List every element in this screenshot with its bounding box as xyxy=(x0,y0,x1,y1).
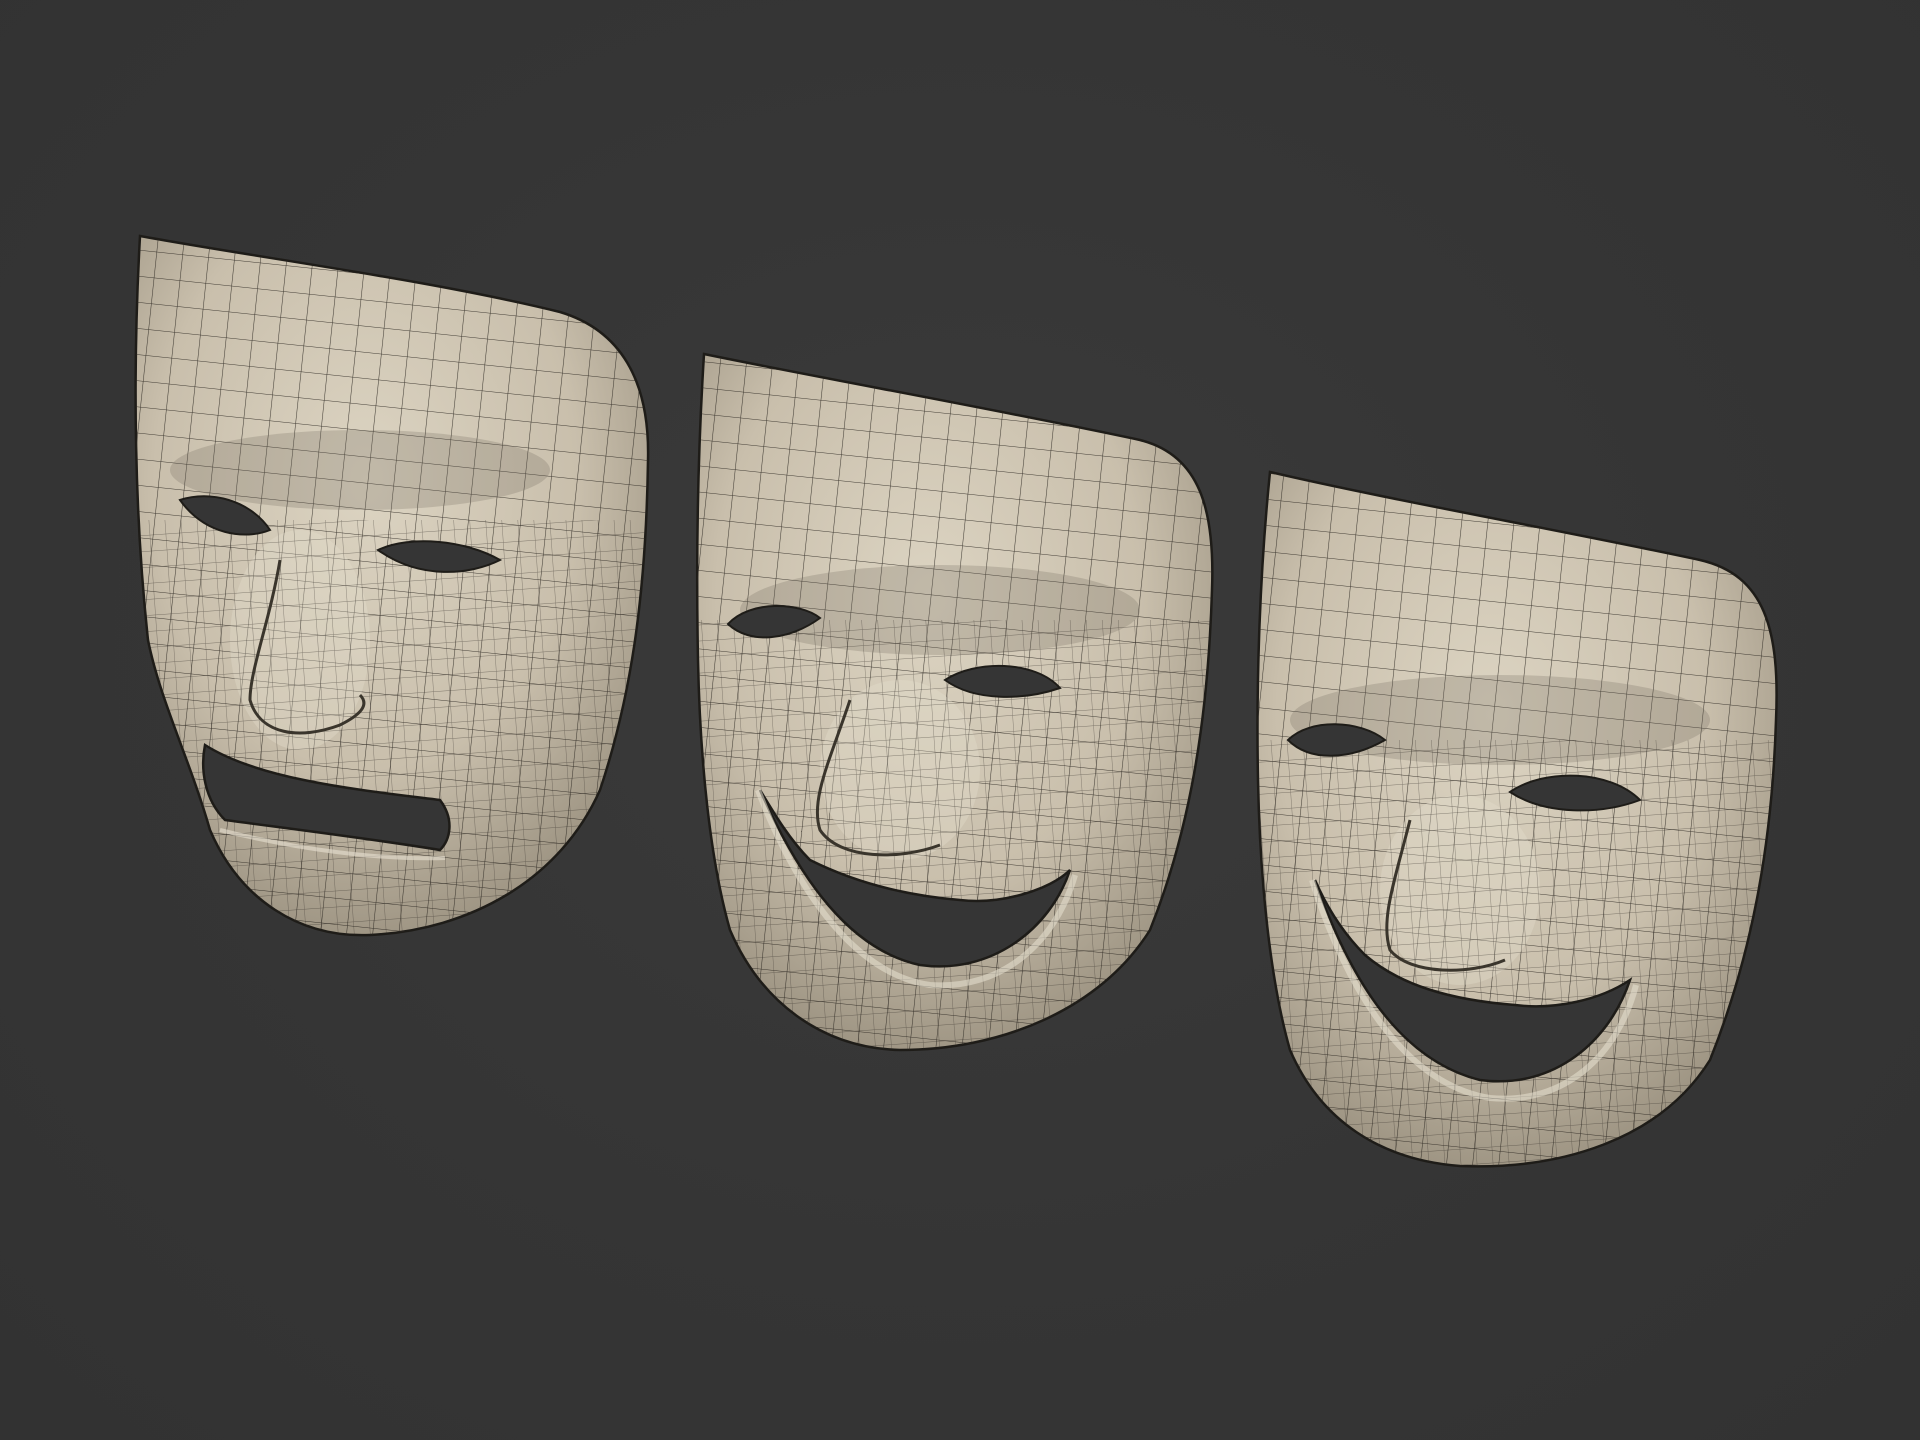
tragedy-mask[interactable] xyxy=(120,220,680,960)
3d-viewport[interactable] xyxy=(0,0,1920,1440)
comedy-mask[interactable] xyxy=(690,340,1230,1060)
comedy-mask-grin[interactable] xyxy=(1250,460,1790,1180)
render-canvas xyxy=(120,220,1790,1180)
